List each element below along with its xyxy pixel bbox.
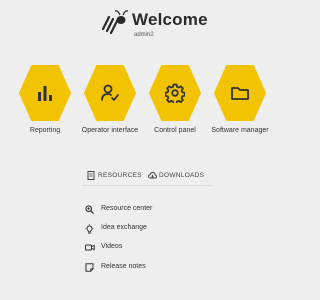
tile-hexagon xyxy=(149,65,201,121)
link-resource-center[interactable]: Resource center xyxy=(85,204,175,216)
gear-icon xyxy=(165,83,185,103)
link-label: Idea exchange xyxy=(101,224,147,231)
user-check-icon xyxy=(101,84,119,101)
lightbulb-icon xyxy=(85,224,94,234)
app-tiles: Reporting Operator interface Control pan… xyxy=(0,65,295,145)
resource-tabs: RESOURCES DOWNLOADS xyxy=(82,167,212,186)
tile-hexagon xyxy=(84,65,136,121)
tile-hexagon xyxy=(214,65,266,121)
cloud-download-icon xyxy=(148,172,157,179)
tab-divider xyxy=(82,185,212,186)
tab-label: RESOURCES xyxy=(98,172,142,179)
link-idea-exchange[interactable]: Idea exchange xyxy=(85,223,175,235)
document-icon xyxy=(87,171,95,180)
bee-logo-icon xyxy=(101,10,129,35)
link-label: Release notes xyxy=(101,263,146,270)
link-videos[interactable]: Videos xyxy=(85,242,175,254)
tile-hexagon xyxy=(19,65,71,121)
link-label: Resource center xyxy=(101,205,153,212)
notes-icon xyxy=(85,263,94,272)
tab-resources[interactable]: RESOURCES xyxy=(87,167,144,186)
tile-label: Software manager xyxy=(211,127,269,134)
tab-downloads[interactable]: DOWNLOADS xyxy=(148,167,208,185)
video-icon xyxy=(85,244,95,251)
tile-software-manager[interactable]: Software manager xyxy=(205,65,275,140)
link-release-notes[interactable]: Release notes xyxy=(85,262,175,274)
bar-chart-icon xyxy=(38,86,52,101)
page-title: Welcome xyxy=(132,10,208,29)
folder-icon xyxy=(231,87,249,100)
tab-label: DOWNLOADS xyxy=(159,172,205,179)
page-header: Welcome admin2 xyxy=(99,9,259,41)
link-label: Videos xyxy=(101,243,123,250)
username-label: admin2 xyxy=(134,32,154,38)
search-icon xyxy=(85,205,94,214)
